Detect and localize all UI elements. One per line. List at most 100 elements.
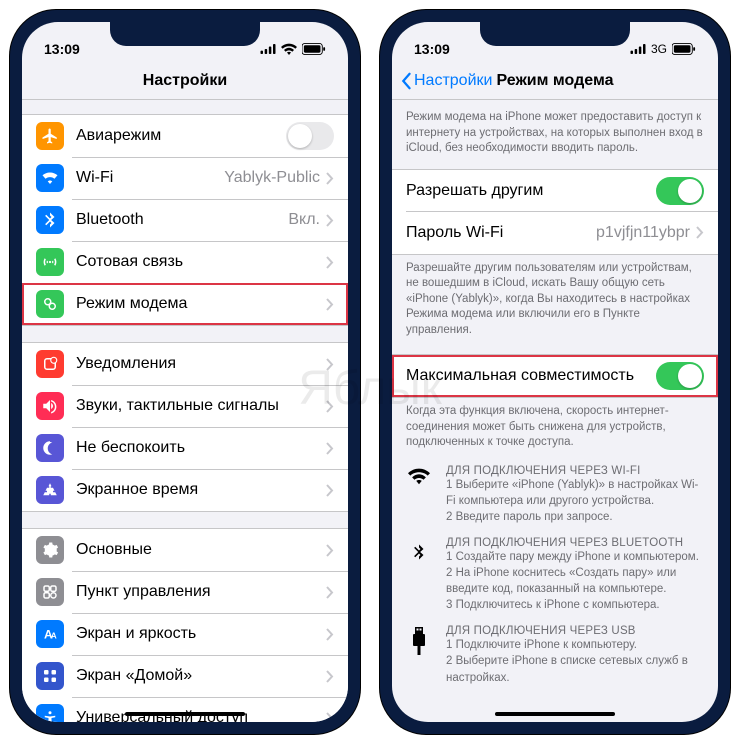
usb-icon: [406, 625, 432, 655]
hotspot-group: Разрешать другим Пароль Wi-Fi p1vjfjn11y…: [392, 169, 718, 255]
row-cellular[interactable]: Сотовая связь: [22, 241, 348, 283]
instruction-usb: ДЛЯ ПОДКЛЮЧЕНИЯ ЧЕРЕЗ USB 1 Подключите i…: [392, 613, 718, 685]
chevron-icon: [326, 586, 334, 599]
back-button[interactable]: Настройки: [400, 72, 492, 90]
row-value: Yablyk-Public: [224, 169, 320, 187]
row-hotspot[interactable]: Режим модема: [22, 283, 348, 325]
instruction-line: 1 Выберите «iPhone (Yablyk)» в настройка…: [446, 477, 704, 509]
chevron-icon: [326, 172, 334, 185]
row-value: p1vjfjn11ybpr: [596, 224, 690, 242]
row-label: Режим модема: [76, 295, 326, 313]
instruction-line: 2 Выберите iPhone в списке сетевых служб…: [446, 653, 704, 685]
instruction-bluetooth: ДЛЯ ПОДКЛЮЧЕНИЯ ЧЕРЕЗ BLUETOOTH 1 Создай…: [392, 525, 718, 613]
content-right[interactable]: Режим модема на iPhone может предоставит…: [392, 100, 718, 722]
instruction-line: 1 Создайте пару между iPhone и компьютер…: [446, 549, 704, 565]
status-right: 3G: [630, 42, 696, 56]
airplane-icon: [36, 122, 64, 150]
row-accessibility[interactable]: Универсальный доступ: [22, 697, 348, 722]
bluetooth-icon: [36, 206, 64, 234]
instruction-line: 2 Введите пароль при запросе.: [446, 509, 704, 525]
row-label: Уведомления: [76, 355, 326, 373]
chevron-icon: [696, 226, 704, 239]
row-wifi-password[interactable]: Пароль Wi-Fi p1vjfjn11ybpr: [392, 212, 718, 254]
content-left[interactable]: Авиарежим Wi-Fi Yablyk-Public Bluetooth …: [22, 100, 348, 722]
row-notifications[interactable]: Уведомления: [22, 343, 348, 385]
network-text: 3G: [651, 42, 667, 56]
settings-group: Основные Пункт управления AA Экран и ярк…: [22, 528, 348, 722]
row-label: Максимальная совместимость: [406, 367, 656, 385]
home-indicator: [495, 712, 615, 716]
wifi-icon: [281, 43, 297, 55]
navbar: Настройки Режим модема: [392, 62, 718, 100]
instruction-title: ДЛЯ ПОДКЛЮЧЕНИЯ ЧЕРЕЗ WI-FI: [446, 465, 704, 477]
row-dnd[interactable]: Не беспокоить: [22, 427, 348, 469]
row-max-compat[interactable]: Максимальная совместимость: [392, 355, 718, 397]
instruction-title: ДЛЯ ПОДКЛЮЧЕНИЯ ЧЕРЕЗ BLUETOOTH: [446, 537, 704, 549]
row-sounds[interactable]: Звуки, тактильные сигналы: [22, 385, 348, 427]
row-label: Экран и яркость: [76, 625, 326, 643]
phone-right: 13:09 3G Настройки Режим модема Режим мо…: [380, 10, 730, 734]
instruction-line: 3 Подключитесь к iPhone с компьютера.: [446, 597, 704, 613]
row-airplane[interactable]: Авиарежим: [22, 115, 348, 157]
compat-toggle[interactable]: [656, 362, 704, 390]
cellular-icon: [36, 248, 64, 276]
row-label: Основные: [76, 541, 326, 559]
row-allow-others[interactable]: Разрешать другим: [392, 170, 718, 212]
controlcenter-icon: [36, 578, 64, 606]
status-time: 13:09: [44, 41, 80, 57]
accessibility-icon: [36, 704, 64, 722]
chevron-icon: [326, 256, 334, 269]
phone-left: 13:09 Настройки Авиарежим Wi-Fi: [10, 10, 360, 734]
note-compat: Когда эта функция включена, скорость инт…: [392, 398, 718, 453]
settings-group: Авиарежим Wi-Fi Yablyk-Public Bluetooth …: [22, 114, 348, 326]
row-label: Авиарежим: [76, 127, 286, 145]
chevron-icon: [326, 484, 334, 497]
notch: [110, 22, 260, 46]
chevron-icon: [326, 358, 334, 371]
row-label: Не беспокоить: [76, 439, 326, 457]
hotspot-icon: [36, 290, 64, 318]
row-label: Разрешать другим: [406, 182, 656, 200]
status-right: [260, 43, 326, 55]
intro-note: Режим модема на iPhone может предоставит…: [392, 100, 718, 159]
chevron-icon: [326, 544, 334, 557]
back-label: Настройки: [414, 72, 492, 90]
row-bluetooth[interactable]: Bluetooth Вкл.: [22, 199, 348, 241]
home-indicator: [125, 712, 245, 716]
row-controlcenter[interactable]: Пункт управления: [22, 571, 348, 613]
compat-group: Максимальная совместимость: [392, 354, 718, 398]
screen-right: 13:09 3G Настройки Режим модема Режим мо…: [392, 22, 718, 722]
instruction-line: 2 На iPhone коснитесь «Создать пару» или…: [446, 565, 704, 597]
cellular-icon: [630, 44, 646, 54]
page-title: Режим модема: [497, 72, 614, 90]
svg-text:A: A: [51, 632, 57, 641]
chevron-left-icon: [400, 72, 412, 90]
airplane-toggle[interactable]: [286, 122, 334, 150]
chevron-icon: [326, 298, 334, 311]
screentime-icon: [36, 476, 64, 504]
row-label: Пункт управления: [76, 583, 326, 601]
chevron-icon: [326, 442, 334, 455]
row-value: Вкл.: [288, 211, 320, 229]
battery-icon: [302, 43, 326, 55]
row-label: Пароль Wi-Fi: [406, 224, 596, 242]
battery-icon: [672, 43, 696, 55]
row-label: Bluetooth: [76, 211, 288, 229]
row-label: Звуки, тактильные сигналы: [76, 397, 326, 415]
row-general[interactable]: Основные: [22, 529, 348, 571]
allow-toggle[interactable]: [656, 177, 704, 205]
note-allow: Разрешайте другим пользователям или устр…: [392, 255, 718, 341]
row-wifi[interactable]: Wi-Fi Yablyk-Public: [22, 157, 348, 199]
notifications-icon: [36, 350, 64, 378]
wifi-icon: [36, 164, 64, 192]
gear-icon: [36, 536, 64, 564]
row-display[interactable]: AA Экран и яркость: [22, 613, 348, 655]
row-homescreen[interactable]: Экран «Домой»: [22, 655, 348, 697]
chevron-icon: [326, 712, 334, 723]
row-screentime[interactable]: Экранное время: [22, 469, 348, 511]
row-label: Экранное время: [76, 481, 326, 499]
display-icon: AA: [36, 620, 64, 648]
bluetooth-icon: [406, 537, 432, 565]
dnd-icon: [36, 434, 64, 462]
row-label: Экран «Домой»: [76, 667, 326, 685]
